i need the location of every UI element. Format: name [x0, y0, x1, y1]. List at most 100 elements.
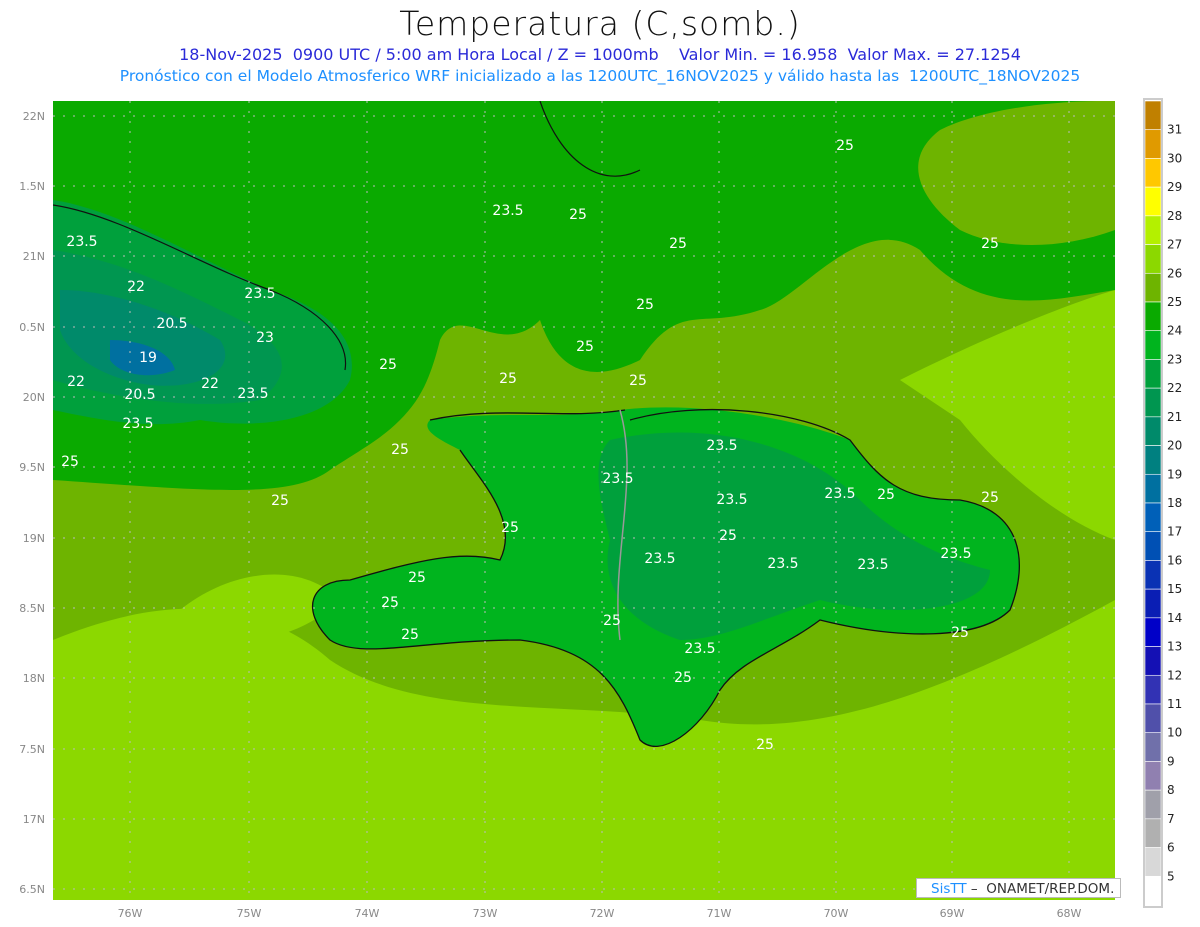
lat-label: 18N — [23, 672, 45, 685]
colorbar-label: 16 — [1167, 553, 1182, 567]
colorbar-label: 26 — [1167, 266, 1182, 280]
contour-label: 25 — [603, 613, 621, 629]
contour-label: 23.5 — [644, 551, 675, 567]
longitude-labels: 76W 75W 74W 73W 72W 71W 70W 69W 68W — [118, 907, 1082, 920]
colorbar-label: 25 — [1167, 295, 1182, 309]
contour-label: 25 — [951, 625, 969, 641]
lon-label: 75W — [237, 907, 262, 920]
contour-label: 25 — [669, 236, 687, 252]
contour-label: 20.5 — [156, 316, 187, 332]
temperature-map: 22N 1.5N 21N 0.5N 20N 9.5N 19N 8.5N 18N … — [19, 98, 1182, 920]
lat-label: 19N — [23, 532, 45, 545]
contour-label: 23.5 — [66, 234, 97, 250]
colorbar-label: 12 — [1167, 668, 1182, 682]
contour-label: 25 — [836, 138, 854, 154]
contour-label: 25 — [379, 357, 397, 373]
colorbar-label: 27 — [1167, 238, 1182, 252]
colorbar-swatch — [1144, 129, 1162, 159]
colorbar-swatch — [1144, 560, 1162, 590]
lon-label: 70W — [824, 907, 849, 920]
lon-label: 72W — [590, 907, 615, 920]
colorbar-swatch — [1144, 875, 1162, 906]
contour-label: 23.5 — [824, 486, 855, 502]
contour-label: 25 — [981, 490, 999, 506]
lon-label: 76W — [118, 907, 143, 920]
colorbar-label: 11 — [1167, 697, 1182, 711]
colorbar-label: 5 — [1167, 869, 1175, 883]
contour-label: 19 — [139, 350, 157, 366]
colorbar-label: 13 — [1167, 640, 1182, 654]
model-info-subtitle: Pronóstico con el Modelo Atmosferico WRF… — [119, 67, 1081, 85]
lon-label: 73W — [473, 907, 498, 920]
colorbar-swatch — [1144, 761, 1162, 791]
contour-label: 23.5 — [940, 546, 971, 562]
colorbar-label: 8 — [1167, 783, 1175, 797]
contour-label: 23.5 — [716, 492, 747, 508]
colorbar-swatch — [1144, 502, 1162, 533]
contour-label: 25 — [636, 297, 654, 313]
colorbar-swatch — [1144, 301, 1162, 332]
contour-label: 22 — [127, 279, 145, 295]
colorbar-label: 9 — [1167, 754, 1175, 768]
contour-label: 22 — [201, 376, 219, 392]
contour-label: 25 — [981, 236, 999, 252]
lat-label: 22N — [23, 110, 45, 123]
contour-label: 25 — [401, 627, 419, 643]
colorbar-label: 29 — [1167, 180, 1182, 194]
contour-label: 25 — [576, 339, 594, 355]
credit-box: SisTT – ONAMET/REP.DOM. — [916, 878, 1121, 898]
lon-label: 71W — [707, 907, 732, 920]
colorbar-label: 17 — [1167, 525, 1182, 539]
lat-label: 20N — [23, 391, 45, 404]
colorbar-swatch — [1144, 818, 1162, 848]
lat-label: 0.5N — [19, 321, 45, 334]
contour-label: 25 — [569, 207, 587, 223]
colorbar-label: 22 — [1167, 381, 1182, 395]
contour-label: 25 — [408, 570, 426, 586]
contour-label: 22 — [67, 374, 85, 390]
lon-label: 69W — [940, 907, 965, 920]
colorbar-swatch — [1144, 445, 1162, 475]
colorbar-swatch — [1144, 703, 1162, 734]
sispi-logo: SisTT — [931, 881, 967, 897]
colorbar-label: 19 — [1167, 467, 1182, 481]
colorbar-swatch — [1144, 215, 1162, 245]
contour-label: 25 — [674, 670, 692, 686]
lat-label: 9.5N — [19, 461, 45, 474]
colorbar-swatch — [1144, 789, 1162, 820]
contour-label: 23.5 — [122, 416, 153, 432]
contour-label: 25 — [381, 595, 399, 611]
colorbar-swatch — [1144, 330, 1162, 360]
lat-label: 17N — [23, 813, 45, 826]
contour-label: 23 — [256, 330, 274, 346]
colorbar: 31 30 29 28 27 26 25 24 23 22 21 20 19 18 17 16 15 14 13 12… — [1143, 98, 1182, 908]
valid-time-subtitle: 18-Nov-2025 0900 UTC / 5:00 am Hora Loca… — [179, 45, 1021, 64]
colorbar-label: 7 — [1167, 812, 1175, 826]
contour-label: 23.5 — [244, 286, 275, 302]
contour-label: 23.5 — [602, 471, 633, 487]
colorbar-swatch — [1144, 359, 1162, 389]
colorbar-swatch — [1144, 588, 1162, 619]
colorbar-label: 15 — [1167, 582, 1182, 596]
contour-label: 25 — [629, 373, 647, 389]
colorbar-swatch — [1144, 387, 1162, 418]
colorbar-swatch — [1144, 158, 1162, 188]
colorbar-swatch — [1144, 732, 1162, 762]
colorbar-swatch — [1144, 847, 1162, 877]
contour-label: 23.5 — [684, 641, 715, 657]
chart-title: Temperatura (C,somb.) — [399, 4, 801, 43]
contour-label: 23.5 — [706, 438, 737, 454]
colorbar-swatch — [1144, 186, 1162, 217]
colorbar-swatch — [1144, 272, 1162, 303]
colorbar-swatch — [1144, 244, 1162, 274]
colorbar-label: 28 — [1167, 209, 1182, 223]
colorbar-swatch — [1144, 100, 1162, 131]
lat-label: 6.5N — [19, 883, 45, 896]
colorbar-label: 6 — [1167, 841, 1175, 855]
contour-label: 23.5 — [767, 556, 798, 572]
lon-label: 68W — [1057, 907, 1082, 920]
colorbar-label: 24 — [1167, 324, 1182, 338]
lat-label: 7.5N — [19, 743, 45, 756]
contour-label: 25 — [61, 454, 79, 470]
colorbar-label: 31 — [1167, 123, 1182, 137]
